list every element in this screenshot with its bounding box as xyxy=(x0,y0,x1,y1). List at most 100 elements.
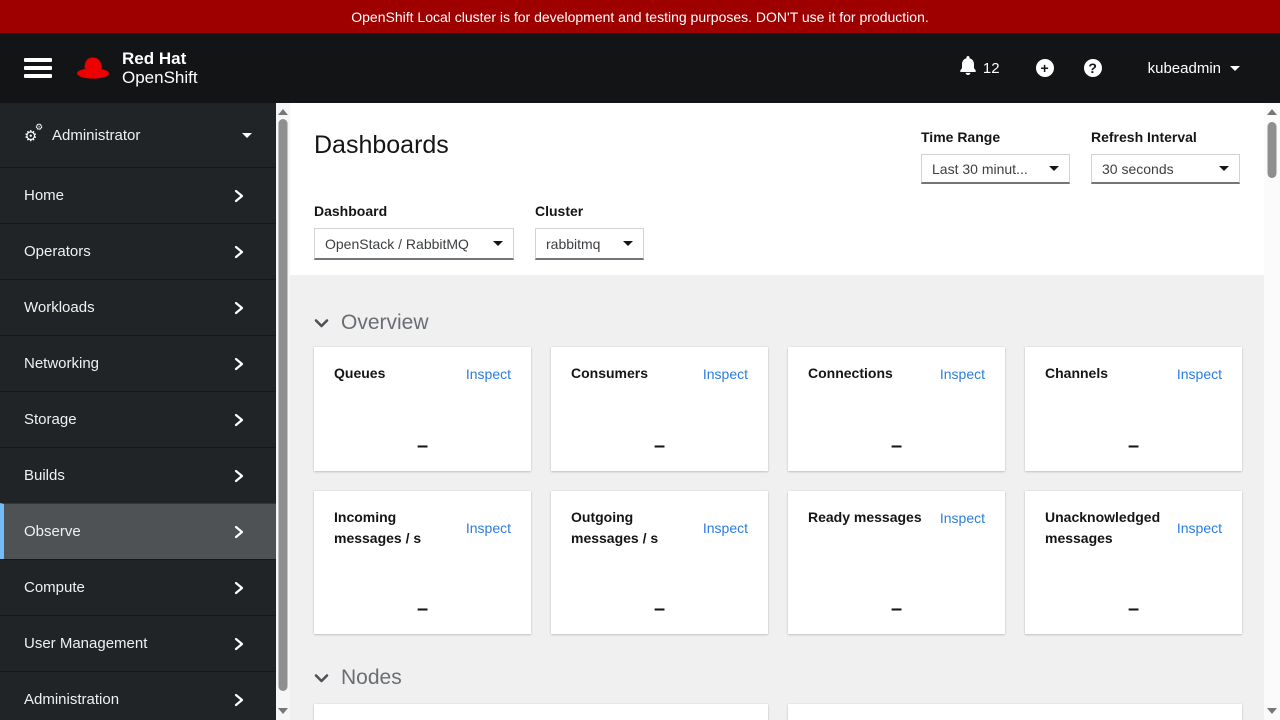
scrollbar-thumb[interactable] xyxy=(278,119,288,691)
card-empty-value: – xyxy=(416,598,429,620)
sidebar-item-administration[interactable]: Administration xyxy=(0,671,276,720)
section-toggle-overview[interactable]: Overview xyxy=(314,311,1242,335)
card-empty-value: – xyxy=(1127,435,1140,457)
inspect-link[interactable]: Inspect xyxy=(940,366,985,382)
brand-line1: Red Hat xyxy=(122,48,187,68)
nodes-card-left xyxy=(314,704,768,720)
card-title: Ready messages xyxy=(808,509,922,525)
sidebar-item-label: Administration xyxy=(24,691,120,708)
card-empty-value: – xyxy=(890,598,903,620)
inspect-link[interactable]: Inspect xyxy=(466,520,511,536)
section-title-overview: Overview xyxy=(341,311,429,334)
sidebar-item-networking[interactable]: Networking xyxy=(0,335,276,391)
sidebar-item-workloads[interactable]: Workloads xyxy=(0,279,276,335)
notification-count: 12 xyxy=(982,59,1000,77)
chevron-right-icon xyxy=(234,469,244,483)
inspect-link[interactable]: Inspect xyxy=(703,520,748,536)
cluster-select[interactable]: rabbitmq xyxy=(535,228,644,260)
dashboard-grid-area: Overview Queues Inspect – Consumers Insp… xyxy=(290,275,1264,720)
card-consumers: Consumers Inspect – xyxy=(551,347,768,471)
refresh-interval-label: Refresh Interval xyxy=(1091,129,1197,145)
chevron-right-icon xyxy=(234,693,244,707)
card-title: Queues xyxy=(334,365,386,381)
perspective-switcher[interactable]: ⚙ ⚙ Administrator xyxy=(0,103,276,167)
card-channels: Channels Inspect – xyxy=(1025,347,1242,471)
question-circle-icon: ? xyxy=(1083,59,1102,77)
card-title: Channels xyxy=(1045,365,1109,381)
cluster-warning-banner: OpenShift Local cluster is for developme… xyxy=(0,0,1280,33)
card-empty-value: – xyxy=(653,435,666,457)
user-menu[interactable]: kubeadmin xyxy=(1148,60,1240,77)
masthead: Red Hat OpenShift 12 + ? kubeadmin xyxy=(0,33,1280,103)
sidebar-item-home[interactable]: Home xyxy=(0,167,276,223)
refresh-interval-select[interactable]: 30 seconds xyxy=(1091,154,1240,184)
dashboard-select[interactable]: OpenStack / RabbitMQ xyxy=(314,228,514,260)
card-title: Consumers xyxy=(571,365,649,381)
card-queues: Queues Inspect – xyxy=(314,347,531,471)
sidebar-item-label: Workloads xyxy=(24,299,95,316)
main-scrollbar[interactable] xyxy=(1264,103,1280,720)
notifications-button[interactable]: 12 xyxy=(960,56,1000,80)
redhat-openshift-logo: Red Hat OpenShift xyxy=(74,49,198,87)
card-unacknowledged-messages: Unacknowledged messages Inspect – xyxy=(1025,491,1242,634)
card-empty-value: – xyxy=(1127,598,1140,620)
inspect-link[interactable]: Inspect xyxy=(466,366,511,382)
card-title: Incoming messages / s xyxy=(334,509,422,546)
card-title: Unacknowledged messages xyxy=(1045,509,1161,546)
bell-icon xyxy=(960,56,976,80)
time-range-select[interactable]: Last 30 minut... xyxy=(921,154,1070,184)
username: kubeadmin xyxy=(1147,59,1221,77)
sidebar-item-label: Compute xyxy=(24,579,85,596)
redhat-fedora-icon xyxy=(74,54,112,83)
sidebar-item-label: Home xyxy=(24,187,65,204)
scroll-down-arrow-icon[interactable] xyxy=(1267,708,1277,714)
brand-line2: OpenShift xyxy=(122,68,198,87)
section-title-nodes: Nodes xyxy=(341,666,402,689)
chevron-right-icon xyxy=(234,581,244,595)
inspect-link[interactable]: Inspect xyxy=(703,366,748,382)
scrollbar-thumb[interactable] xyxy=(1267,122,1277,178)
hamburger-menu-icon[interactable] xyxy=(24,58,52,78)
sidebar-item-label: Operators xyxy=(24,243,91,260)
main-content: Dashboards Time Range Last 30 minut... R… xyxy=(290,103,1264,720)
scroll-up-arrow-icon[interactable] xyxy=(1267,109,1277,115)
sidebar-item-label: Observe xyxy=(24,523,81,540)
caret-down-icon xyxy=(1219,166,1229,171)
inspect-link[interactable]: Inspect xyxy=(940,510,985,526)
sidebar-item-builds[interactable]: Builds xyxy=(0,447,276,503)
chevron-right-icon xyxy=(234,357,244,371)
time-range-label: Time Range xyxy=(921,129,1001,145)
chevron-right-icon xyxy=(234,245,244,259)
page-title: Dashboards xyxy=(314,131,449,159)
sidebar-item-compute[interactable]: Compute xyxy=(0,559,276,615)
scroll-down-arrow-icon[interactable] xyxy=(278,708,288,714)
scroll-up-arrow-icon[interactable] xyxy=(278,109,288,115)
section-toggle-nodes[interactable]: Nodes xyxy=(314,666,1242,690)
caret-down-icon xyxy=(1049,166,1059,171)
sidebar-scrollbar[interactable] xyxy=(276,103,290,720)
dashboard-value: OpenStack / RabbitMQ xyxy=(325,235,469,252)
help-button[interactable]: ? xyxy=(1083,59,1102,77)
inspect-link[interactable]: Inspect xyxy=(1177,520,1222,536)
inspect-link[interactable]: Inspect xyxy=(1177,366,1222,382)
sidebar-item-observe[interactable]: Observe xyxy=(0,503,276,559)
sidebar-item-label: Networking xyxy=(24,355,100,372)
quick-create-button[interactable]: + xyxy=(1035,59,1054,77)
plus-circle-icon: + xyxy=(1035,59,1054,77)
chevron-down-icon xyxy=(314,318,329,329)
sidebar-nav: ⚙ ⚙ Administrator Home Operators Workload… xyxy=(0,103,276,720)
chevron-right-icon xyxy=(234,301,244,315)
sidebar-item-storage[interactable]: Storage xyxy=(0,391,276,447)
card-outgoing-messages: Outgoing messages / s Inspect – xyxy=(551,491,768,634)
card-empty-value: – xyxy=(890,435,903,457)
sidebar-item-operators[interactable]: Operators xyxy=(0,223,276,279)
perspective-label: Administrator xyxy=(52,126,141,144)
caret-down-icon xyxy=(623,241,633,246)
cluster-label: Cluster xyxy=(535,203,584,219)
sidebar-item-label: User Management xyxy=(24,635,148,652)
sidebar-item-user-management[interactable]: User Management xyxy=(0,615,276,671)
caret-down-icon xyxy=(1230,65,1240,71)
caret-down-icon xyxy=(493,241,503,246)
card-title: Connections xyxy=(808,365,893,381)
cogs-icon: ⚙ ⚙ xyxy=(24,122,44,145)
